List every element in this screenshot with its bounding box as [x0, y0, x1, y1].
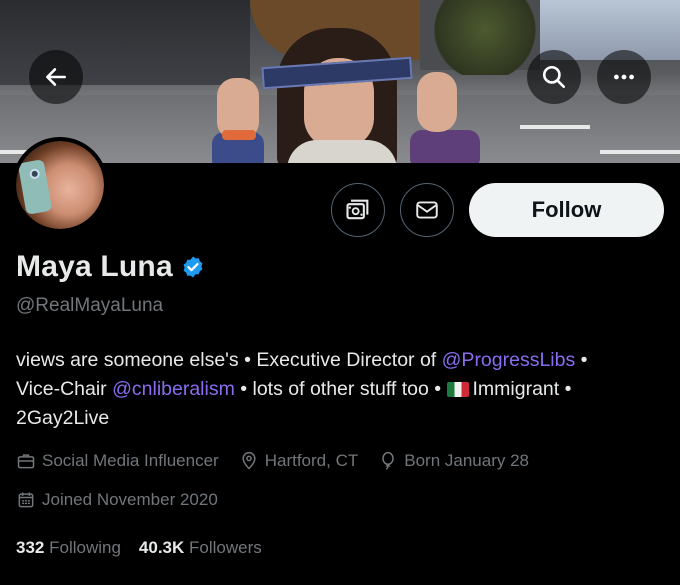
category-item: Social Media Influencer: [16, 451, 219, 471]
road-stripe: [600, 150, 680, 154]
mexico-flag-icon: [446, 382, 469, 397]
birthday-item: Born January 28: [378, 451, 529, 471]
back-button[interactable]: [29, 50, 83, 104]
person-wristband: [222, 130, 256, 140]
followers-label: Followers: [189, 538, 262, 557]
follow-stats: 332 Following 40.3K Followers: [16, 538, 262, 558]
birthday-text: Born January 28: [404, 451, 529, 470]
subscribe-button[interactable]: [331, 183, 385, 237]
followers-count: 40.3K: [138, 538, 185, 557]
following-label: Following: [49, 538, 121, 557]
verified-badge-icon[interactable]: [181, 255, 205, 279]
search-icon: [542, 65, 566, 89]
bio-text: Immigrant •: [472, 378, 572, 400]
joined-item: Joined November 2020: [16, 490, 218, 510]
following-link[interactable]: 332 Following: [16, 538, 121, 558]
bio-mention-link[interactable]: @cnliberalism: [112, 378, 235, 400]
balloon-icon: [382, 451, 394, 470]
username-handle: @RealMayaLuna: [16, 295, 164, 316]
person-hand-right: [417, 72, 457, 132]
calendar-icon: [18, 492, 34, 508]
road-stripe: [520, 125, 590, 129]
bio-text: Vice-Chair: [16, 378, 113, 400]
joined-text: Joined November 2020: [42, 490, 218, 509]
arrow-left-icon: [46, 68, 66, 86]
briefcase-icon: [17, 454, 35, 469]
subscribe-icon: [346, 199, 369, 220]
location-item: Hartford, CT: [239, 451, 359, 471]
bio-mention-link[interactable]: @ProgressLibs: [442, 349, 576, 371]
display-name: Maya Luna: [16, 250, 173, 283]
search-button[interactable]: [527, 50, 581, 104]
banner-person: [212, 20, 480, 163]
profile-bio: views are someone else's • Executive Dir…: [16, 346, 656, 433]
person-sleeve-right: [410, 130, 480, 163]
following-count: 332: [16, 538, 45, 557]
more-options-button[interactable]: [597, 50, 651, 104]
followers-link[interactable]: 40.3K Followers: [139, 538, 262, 558]
bio-text: •: [575, 349, 588, 371]
avatar-device-lens: [28, 168, 41, 180]
mail-icon: [416, 201, 438, 219]
avatar[interactable]: [12, 137, 108, 233]
person-shirt: [287, 140, 397, 163]
bio-text: views are someone else's • Executive Dir…: [16, 349, 442, 371]
bio-text: • lots of other stuff too •: [234, 378, 447, 400]
name-row: Maya Luna: [16, 250, 205, 284]
category-text: Social Media Influencer: [42, 451, 219, 470]
location-pin-icon: [242, 451, 256, 470]
location-text: Hartford, CT: [264, 451, 359, 470]
more-dots-icon: [614, 74, 634, 80]
profile-meta-row: Social Media Influencer Hartford, CT Bor…: [16, 451, 549, 471]
follow-button[interactable]: Follow: [469, 183, 664, 237]
bio-text: 2Gay2Live: [16, 407, 110, 429]
message-button[interactable]: [400, 183, 454, 237]
profile-meta-row: Joined November 2020: [16, 490, 238, 510]
